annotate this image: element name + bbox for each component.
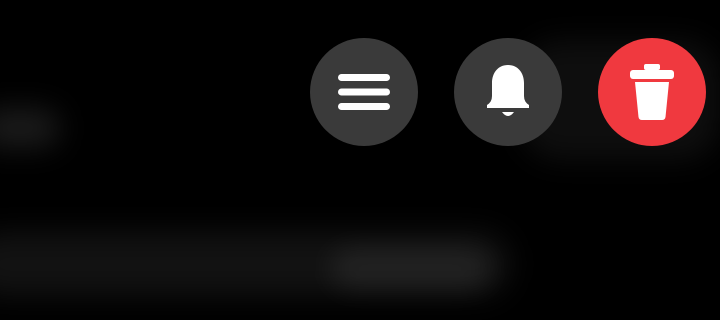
menu-button[interactable] bbox=[310, 38, 418, 146]
blurred-background-content bbox=[0, 108, 60, 148]
trash-icon bbox=[626, 62, 678, 122]
swipe-actions-screen bbox=[0, 0, 720, 320]
blurred-background-content bbox=[330, 248, 490, 290]
menu-icon bbox=[336, 70, 392, 114]
notification-button[interactable] bbox=[454, 38, 562, 146]
delete-button[interactable] bbox=[598, 38, 706, 146]
bell-icon bbox=[482, 62, 534, 122]
